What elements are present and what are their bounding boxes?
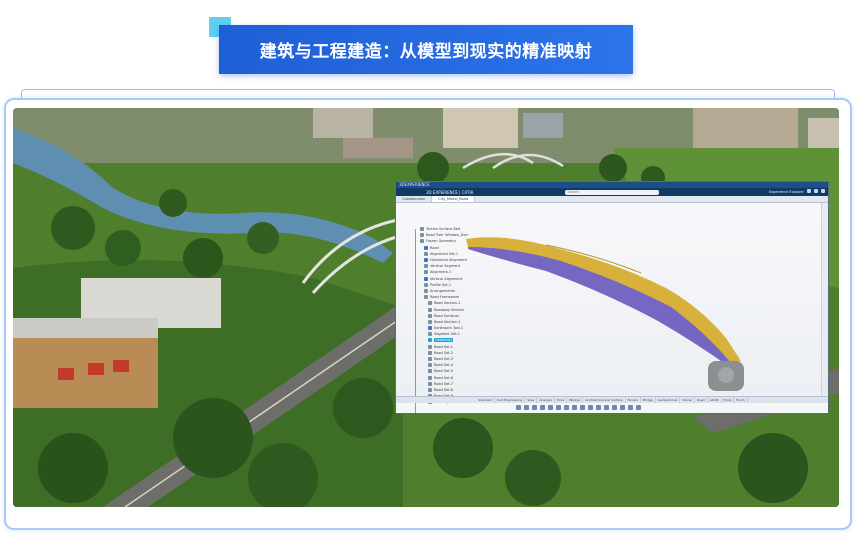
- tree-node-label: Frozen Geometry: [426, 239, 457, 244]
- 3d-viewport[interactable]: Terrain Surface Bed Road Tree 'Window_Dev…: [396, 203, 828, 413]
- tool-icon[interactable]: [524, 404, 529, 410]
- frame-top-line: [21, 89, 835, 98]
- cad-app-name: 3D EXPERIENCE | CATIA: [426, 189, 474, 195]
- tree-node-icon: [424, 245, 428, 250]
- tree-node-icon: [424, 282, 428, 287]
- tool-icon[interactable]: [532, 404, 537, 410]
- tree-node-label: Road Set.2: [434, 350, 453, 355]
- tree-node-icon: [420, 227, 424, 232]
- tree-node-label: Vertical Segment: [430, 264, 460, 269]
- tree-node-label: Segment Set.1: [434, 332, 460, 337]
- tool-icon[interactable]: [620, 404, 625, 410]
- tree-node-icon: [428, 307, 432, 312]
- tree-node-label: Road Section.1: [434, 301, 461, 306]
- action-bar-tab[interactable]: Geotechnical: [656, 397, 681, 403]
- tool-icon[interactable]: [548, 404, 553, 410]
- action-bar-tab[interactable]: Standard: [476, 397, 495, 403]
- cad-application-window[interactable]: 3DEXPERIENCE 3D EXPERIENCE | CATIA Searc…: [395, 181, 829, 414]
- tree-node-label: Road Set.1: [434, 344, 453, 349]
- tree-node-icon: [428, 301, 432, 306]
- help-icon[interactable]: [821, 189, 825, 193]
- tool-icon[interactable]: [556, 404, 561, 410]
- tool-icon[interactable]: [564, 404, 569, 410]
- tool-icon[interactable]: [588, 404, 593, 410]
- tree-node-icon: [424, 251, 428, 256]
- action-bar-tab[interactable]: Tunnel: [680, 397, 696, 403]
- tree-node-label: Arrangements: [430, 288, 455, 293]
- tree-node-icon: [428, 338, 432, 343]
- tree-node-label: Road Surfaces: [434, 313, 460, 318]
- tree-node-icon: [428, 319, 432, 324]
- tool-icon[interactable]: [612, 404, 617, 410]
- tab-collaboration[interactable]: Collaboration: [396, 196, 433, 202]
- tree-node-label: Earthwork Tool.1: [434, 326, 464, 331]
- tree-node-label: Road Framework: [430, 295, 460, 300]
- tree-node-icon: [420, 233, 424, 238]
- tree-node-label: Road Tree 'Window_Dev': [426, 233, 469, 238]
- tree-node-label: Road Set.4: [434, 363, 453, 368]
- tree-node-icon: [428, 387, 432, 392]
- tree-node-label: Alignment Set.1: [430, 251, 459, 256]
- add-icon[interactable]: [807, 189, 811, 193]
- tree-node-icon: [424, 270, 428, 275]
- tree-node-icon: [428, 357, 432, 362]
- tree-node-label: Road Set.5: [434, 369, 453, 374]
- tree-node-label: Horizontal Alignment: [430, 258, 467, 263]
- tree-node-label: Terrain Surface Bed: [426, 227, 461, 232]
- specification-tree[interactable]: Terrain Surface Bed Road Tree 'Window_Dev…: [420, 226, 486, 405]
- tree-node-icon: [424, 258, 428, 263]
- cad-right-toolbar[interactable]: [821, 203, 828, 396]
- cad-action-bar-tabs: Standard Civil Engineering View Analysis Too…: [396, 396, 828, 403]
- tree-node-icon: [428, 350, 432, 355]
- tree-node-icon: [428, 369, 432, 374]
- tree-node-icon: [424, 276, 428, 281]
- action-bar-tab[interactable]: Tools: [722, 397, 735, 403]
- tool-icon[interactable]: [628, 404, 633, 410]
- tree-node-label: Road: [430, 245, 439, 250]
- tree-node-icon: [428, 375, 432, 380]
- tree-node-icon: [424, 264, 428, 269]
- tree-node-label: Road Set.3: [434, 357, 453, 362]
- action-bar-tab[interactable]: Touch: [734, 397, 748, 403]
- tree-node-label: Road Set.7: [434, 381, 453, 386]
- tree-node-icon: [420, 239, 424, 244]
- tool-icon[interactable]: [572, 404, 577, 410]
- tree-node-label: Roadway Section: [434, 307, 464, 312]
- cad-toolbar-icons: [807, 189, 825, 193]
- tree-node-label: Vertical Alignment: [430, 276, 463, 281]
- tool-icon[interactable]: [636, 404, 641, 410]
- tool-icon[interactable]: [516, 404, 521, 410]
- tree-node-label: Profile Set.1: [430, 282, 452, 287]
- tool-icon[interactable]: [596, 404, 601, 410]
- tree-node-icon: [428, 326, 432, 331]
- tree-connector-line: [415, 229, 416, 413]
- tree-node-label: Road Set.6: [434, 375, 453, 380]
- page-title: 建筑与工程建造：从模型到现实的精准映射: [219, 25, 633, 74]
- tool-icon[interactable]: [540, 404, 545, 410]
- tool-icon[interactable]: [604, 404, 609, 410]
- action-bar-tab[interactable]: AR-VR: [708, 397, 722, 403]
- tree-node-icon: [428, 363, 432, 368]
- cad-search-input[interactable]: Search: [565, 189, 660, 195]
- cad-action-bar: [516, 403, 641, 411]
- tree-node-icon: [424, 288, 428, 293]
- tree-node-icon: [428, 332, 432, 337]
- tree-node-icon: [428, 344, 432, 349]
- action-bar-tab[interactable]: Bridge: [641, 397, 656, 403]
- tree-node-label: Road Section.1: [434, 319, 461, 324]
- tree-node-icon: [428, 313, 432, 318]
- action-bar-tab[interactable]: Road: [695, 397, 708, 403]
- tree-node-label: Road Set.8: [434, 387, 453, 392]
- tree-node-label: Alignment.1: [430, 270, 452, 275]
- share-icon[interactable]: [814, 189, 818, 193]
- tab-city-model[interactable]: City_Model_Road: [432, 196, 475, 202]
- cad-user-name[interactable]: Experience Explorer: [769, 190, 804, 194]
- tree-node-label: Geometry: [434, 338, 454, 343]
- tree-node-icon: [428, 381, 432, 386]
- cad-top-toolbar: 3D EXPERIENCE | CATIA Search Experience …: [396, 188, 828, 196]
- cad-tab-bar: Collaboration City_Model_Road: [396, 196, 828, 203]
- tool-icon[interactable]: [580, 404, 585, 410]
- tree-node-icon: [424, 295, 428, 300]
